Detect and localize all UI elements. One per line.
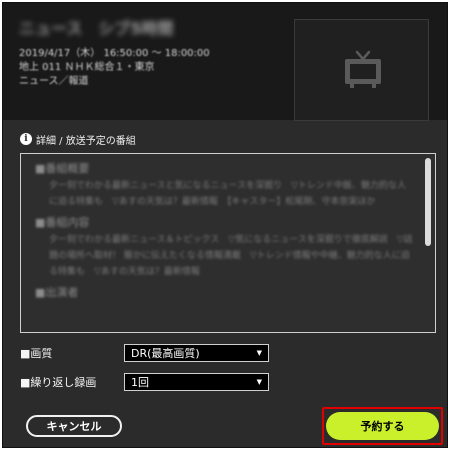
- chevron-down-icon: ▼: [256, 378, 262, 386]
- quality-select[interactable]: DR(最高画質) ▼: [124, 344, 269, 362]
- program-thumbnail: [294, 19, 429, 121]
- details-header-label: 詳細 / 放送予定の番組: [36, 135, 136, 147]
- program-title: ニュース シブ5時間: [19, 19, 174, 38]
- section-body-content: 夕一刻でわかる最新ニュース＆トピックス ▽気になるニュースを深掘りで徹底解説 ▽…: [49, 235, 413, 277]
- reserve-button[interactable]: 予約する: [326, 412, 439, 440]
- repeat-value: 1回: [131, 376, 149, 389]
- quality-label: ■画質: [20, 347, 53, 360]
- details-scrollbar[interactable]: [425, 158, 431, 246]
- tv-icon: [345, 50, 381, 88]
- section-label-content: ■番組内容: [35, 216, 90, 229]
- reservation-dialog: ニュース シブ5時間 2019/4/17（木） 16:50:00 ～ 18:00…: [2, 2, 448, 448]
- chevron-down-icon: ▼: [256, 349, 262, 357]
- details-content: ■番組概要 夕一刻でわかる最新ニュースと気になるニュースを深掘り ▽トレンド中飯…: [21, 154, 435, 300]
- details-header: i 詳細 / 放送予定の番組: [20, 131, 136, 147]
- repeat-setting: ■繰り返し録画 1回 ▼: [20, 372, 269, 392]
- program-time: 2019/4/17（木） 16:50:00 ～ 18:00:00: [19, 48, 210, 59]
- quality-setting: ■画質 DR(最高画質) ▼: [20, 343, 269, 363]
- details-panel[interactable]: ■番組概要 夕一刻でわかる最新ニュースと気になるニュースを深掘り ▽トレンド中飯…: [20, 153, 436, 333]
- repeat-label: ■繰り返し録画: [20, 376, 97, 389]
- program-genre: ニュース／報道: [19, 76, 89, 87]
- program-header: ニュース シブ5時間 2019/4/17（木） 16:50:00 ～ 18:00…: [3, 3, 447, 121]
- section-body-overview: 夕一刻でわかる最新ニュースと気になるニュースを深掘り ▽トレンド中飯、魅力的な人…: [49, 181, 407, 207]
- cancel-button[interactable]: キャンセル: [26, 415, 122, 437]
- section-label-cast: ■出演者: [35, 286, 79, 299]
- quality-value: DR(最高画質): [131, 347, 200, 360]
- repeat-select[interactable]: 1回 ▼: [124, 373, 269, 391]
- info-icon: i: [20, 133, 32, 145]
- section-label-overview: ■番組概要: [35, 162, 90, 175]
- program-channel: 地上 011 ＮＨＫ総合１・東京: [19, 62, 155, 73]
